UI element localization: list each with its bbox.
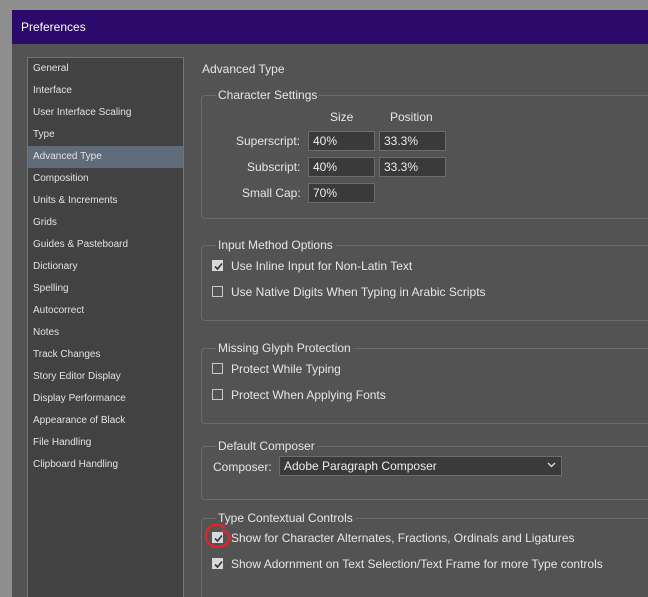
subscript-position-field[interactable]: 33.3% <box>379 157 446 177</box>
native-digits-checkbox[interactable] <box>212 286 223 297</box>
sidebar-item-general[interactable]: General <box>28 58 183 80</box>
composer-label: Composer: <box>213 460 272 474</box>
superscript-size-field[interactable]: 40% <box>308 131 375 151</box>
sidebar-item-spelling[interactable]: Spelling <box>28 278 183 300</box>
sidebar-item-clipboard-handling[interactable]: Clipboard Handling <box>28 454 183 476</box>
chevron-down-icon <box>547 462 556 468</box>
sidebar-item-appearance-of-black[interactable]: Appearance of Black <box>28 410 183 432</box>
protect-fonts-label: Protect When Applying Fonts <box>231 388 386 402</box>
page-title: Advanced Type <box>202 62 285 76</box>
composer-select[interactable]: Adobe Paragraph Composer <box>279 456 562 476</box>
sidebar-item-dictionary[interactable]: Dictionary <box>28 256 183 278</box>
sidebar-item-units-increments[interactable]: Units & Increments <box>28 190 183 212</box>
sidebar-item-autocorrect[interactable]: Autocorrect <box>28 300 183 322</box>
sidebar-item-interface[interactable]: Interface <box>28 80 183 102</box>
protect-typing-label: Protect While Typing <box>231 362 341 376</box>
checkmark-icon <box>214 560 223 569</box>
default-composer-label: Default Composer <box>216 439 317 453</box>
sidebar-item-grids[interactable]: Grids <box>28 212 183 234</box>
sidebar-item-composition[interactable]: Composition <box>28 168 183 190</box>
sidebar-item-display-performance[interactable]: Display Performance <box>28 388 183 410</box>
sidebar-item-guides-pasteboard[interactable]: Guides & Pasteboard <box>28 234 183 256</box>
protect-fonts-checkbox[interactable] <box>212 389 223 400</box>
sidebar-item-ui-scaling[interactable]: User Interface Scaling <box>28 102 183 124</box>
superscript-label: Superscript: <box>236 134 301 148</box>
subscript-label: Subscript: <box>247 160 301 174</box>
sidebar-item-advanced-type[interactable]: Advanced Type <box>28 146 183 168</box>
small-cap-label: Small Cap: <box>242 186 301 200</box>
input-method-label: Input Method Options <box>216 238 335 252</box>
superscript-position-field[interactable]: 33.3% <box>379 131 446 151</box>
input-method-group <box>201 245 648 321</box>
window-title: Preferences <box>21 20 86 34</box>
preferences-sidebar: General Interface User Interface Scaling… <box>27 57 184 597</box>
character-settings-label: Character Settings <box>216 88 320 102</box>
sidebar-item-story-editor-display[interactable]: Story Editor Display <box>28 366 183 388</box>
protect-typing-checkbox[interactable] <box>212 363 223 374</box>
size-column-header: Size <box>330 110 354 124</box>
composer-select-value: Adobe Paragraph Composer <box>284 459 437 473</box>
inline-input-label: Use Inline Input for Non-Latin Text <box>231 259 413 273</box>
show-alternates-label: Show for Character Alternates, Fractions… <box>231 531 575 545</box>
native-digits-label: Use Native Digits When Typing in Arabic … <box>231 285 486 299</box>
preferences-window: Preferences General Interface User Inter… <box>12 10 648 597</box>
subscript-size-field[interactable]: 40% <box>308 157 375 177</box>
show-adornment-label: Show Adornment on Text Selection/Text Fr… <box>231 557 603 571</box>
sidebar-item-file-handling[interactable]: File Handling <box>28 432 183 454</box>
sidebar-item-track-changes[interactable]: Track Changes <box>28 344 183 366</box>
inline-input-checkbox[interactable] <box>212 260 223 271</box>
checkmark-icon <box>214 262 223 271</box>
type-contextual-label: Type Contextual Controls <box>216 511 355 525</box>
small-cap-size-field[interactable]: 70% <box>308 183 375 203</box>
annotation-circle-icon <box>204 523 231 548</box>
show-adornment-checkbox[interactable] <box>212 558 223 569</box>
sidebar-item-notes[interactable]: Notes <box>28 322 183 344</box>
missing-glyph-group <box>201 348 648 424</box>
missing-glyph-label: Missing Glyph Protection <box>216 341 353 355</box>
position-column-header: Position <box>390 110 433 124</box>
title-bar[interactable]: Preferences <box>12 10 648 44</box>
sidebar-item-type[interactable]: Type <box>28 124 183 146</box>
